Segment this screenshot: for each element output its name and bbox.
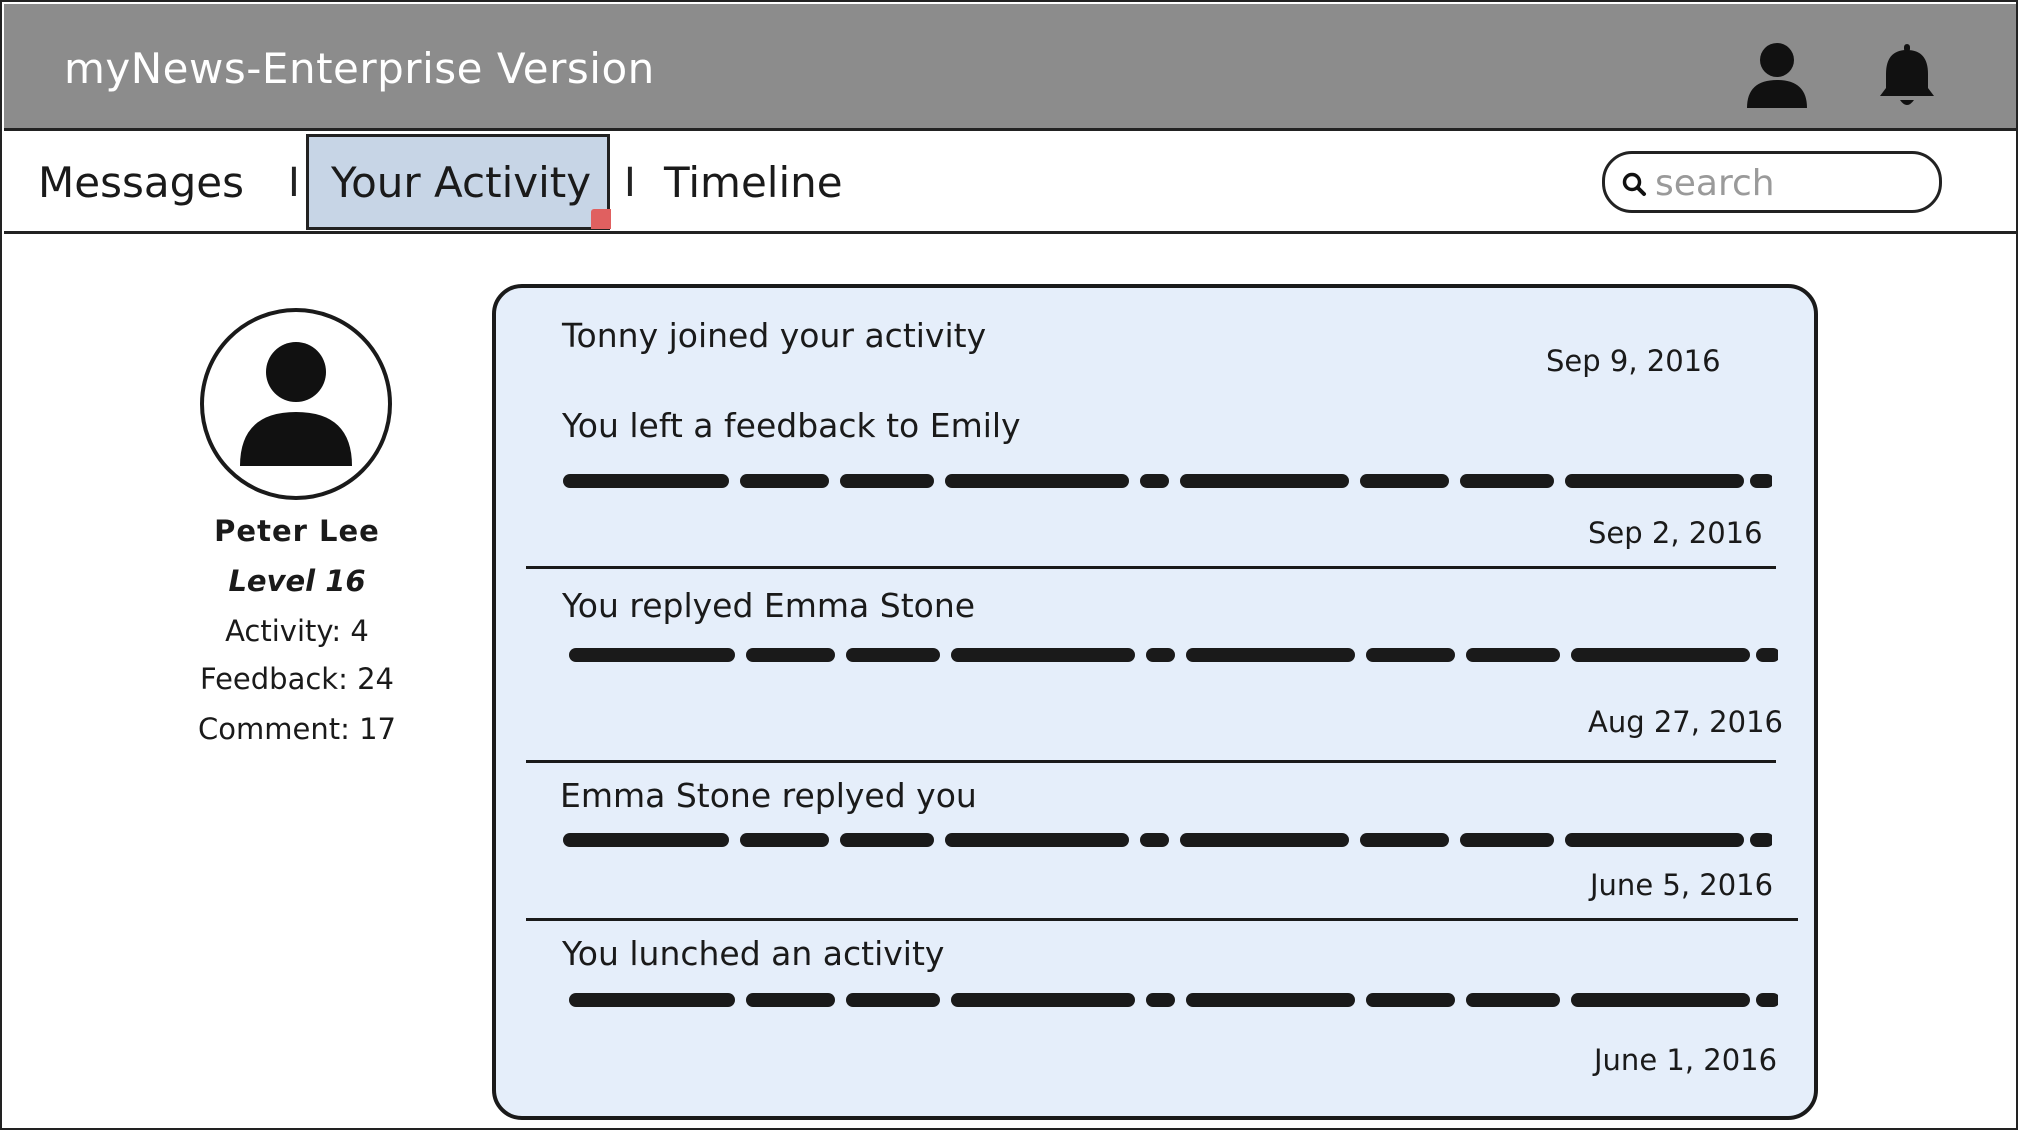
activity-title: You replyed Emma Stone [562,586,976,625]
text-placeholder-scribble [569,993,1778,1007]
activity-date: Sep 2, 2016 [1588,516,1763,550]
search-input[interactable] [1653,160,1927,206]
app-window: myNews-Enterprise Version Messages I You… [0,0,2018,1130]
app-header: myNews-Enterprise Version [4,4,2016,131]
profile-activity-count: Activity: 4 [225,614,369,648]
tab-your-activity[interactable]: Your Activity [306,134,611,230]
nav-separator: I [624,160,636,206]
profile-comment-count: Comment: 17 [198,712,396,746]
bell-icon[interactable] [1872,40,1942,110]
avatar [200,308,392,500]
tab-timeline[interactable]: Timeline [664,155,843,211]
activity-date: Aug 27, 2016 [1588,705,1783,739]
tab-your-activity-label: Your Activity [331,158,592,207]
activity-title: Emma Stone replyed you [560,776,977,815]
user-avatar-icon [240,342,352,466]
text-placeholder-scribble [569,648,1778,662]
profile-name: Peter Lee [214,514,380,548]
activity-divider [526,918,1798,921]
activity-divider [526,566,1776,569]
nav-bar: Messages I Your Activity I Timeline [4,131,2016,234]
profile-feedback-count: Feedback: 24 [200,662,394,696]
tab-messages[interactable]: Messages [38,155,244,211]
activity-date: June 1, 2016 [1594,1043,1778,1077]
resize-handle-icon [591,209,611,229]
text-placeholder-scribble [563,833,1772,847]
nav-separator: I [288,160,300,206]
user-icon[interactable] [1742,40,1812,110]
activity-divider [526,760,1776,763]
activity-title: You left a feedback to Emily [562,406,1021,445]
activity-date: June 5, 2016 [1590,868,1774,902]
activity-date: Sep 9, 2016 [1546,344,1721,378]
activity-title: You lunched an activity [562,934,945,973]
app-title: myNews-Enterprise Version [64,44,655,93]
activity-title: Tonny joined your activity [562,316,987,355]
search-icon [1622,172,1646,196]
profile-level: Level 16 [228,564,366,598]
activity-panel: Tonny joined your activity Sep 9, 2016 Y… [492,284,1818,1120]
search-box[interactable] [1602,151,1942,213]
text-placeholder-scribble [563,474,1772,488]
